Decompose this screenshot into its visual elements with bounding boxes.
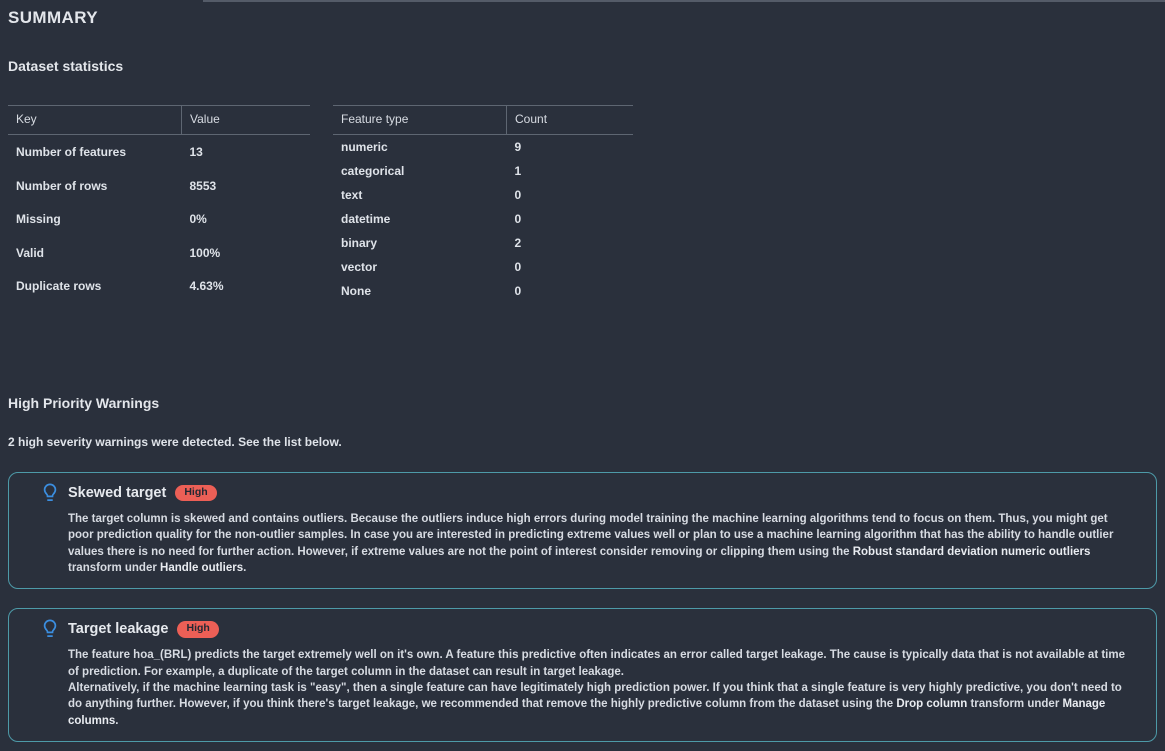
dataset-statistics-tables: Key Value Number of features 13 Number o…: [0, 105, 633, 303]
cell-value: 8553: [182, 169, 311, 203]
table-header-row: Feature type Count: [333, 106, 633, 135]
warnings-summary-text: 2 high severity warnings were detected. …: [8, 435, 342, 449]
warning-card-skewed-target[interactable]: Skewed target High The target column is …: [8, 472, 1157, 589]
cell-count: 0: [507, 255, 634, 279]
cell-count: 1: [507, 159, 634, 183]
cell-value: 0%: [182, 202, 311, 236]
summary-page: SUMMARY Dataset statistics Key Value Num…: [0, 0, 1165, 74]
table-row: vector 0: [333, 255, 633, 279]
cell-feature-type: datetime: [333, 207, 507, 231]
cell-key: Missing: [8, 202, 182, 236]
cell-key: Duplicate rows: [8, 269, 182, 303]
status-badge: High: [177, 621, 218, 638]
cell-feature-type: binary: [333, 231, 507, 255]
warning-card-header: Target leakage High: [25, 619, 1140, 639]
table-row: None 0: [333, 279, 633, 303]
cell-value: 100%: [182, 236, 311, 270]
cell-feature-type: numeric: [333, 135, 507, 160]
table-row: datetime 0: [333, 207, 633, 231]
cell-count: 0: [507, 279, 634, 303]
table-header-row: Key Value: [8, 106, 310, 135]
column-header-feature-type: Feature type: [333, 106, 507, 135]
cell-count: 0: [507, 183, 634, 207]
key-value-table: Key Value Number of features 13 Number o…: [8, 105, 310, 303]
cell-value: 13: [182, 135, 311, 169]
high-priority-warnings-heading: High Priority Warnings: [0, 365, 159, 411]
lightbulb-icon: [41, 483, 59, 503]
status-badge: High: [175, 485, 216, 502]
cell-value: 4.63%: [182, 269, 311, 303]
table-row: Number of features 13: [8, 135, 310, 169]
table-row: Missing 0%: [8, 202, 310, 236]
table-row: Duplicate rows 4.63%: [8, 269, 310, 303]
feature-type-table: Feature type Count numeric 9 categorical…: [333, 105, 633, 303]
warning-card-target-leakage[interactable]: Target leakage High The feature hoa_(BRL…: [8, 608, 1157, 742]
column-header-count: Count: [507, 106, 634, 135]
warning-title: Skewed target: [68, 485, 166, 501]
warning-body: The target column is skewed and contains…: [25, 511, 1140, 576]
cell-feature-type: text: [333, 183, 507, 207]
cell-count: 0: [507, 207, 634, 231]
cell-key: Valid: [8, 236, 182, 270]
dataset-statistics-heading: Dataset statistics: [0, 28, 1165, 74]
table-row: categorical 1: [333, 159, 633, 183]
cell-feature-type: categorical: [333, 159, 507, 183]
cell-key: Number of features: [8, 135, 182, 169]
warning-body: The feature hoa_(BRL) predicts the targe…: [25, 647, 1140, 729]
page-title: SUMMARY: [0, 0, 1165, 28]
cell-key: Number of rows: [8, 169, 182, 203]
table-row: Number of rows 8553: [8, 169, 310, 203]
cell-count: 2: [507, 231, 634, 255]
cell-count: 9: [507, 135, 634, 160]
cell-feature-type: vector: [333, 255, 507, 279]
lightbulb-icon: [41, 619, 59, 639]
cell-feature-type: None: [333, 279, 507, 303]
table-row: numeric 9: [333, 135, 633, 160]
warnings-list: Skewed target High The target column is …: [8, 472, 1157, 742]
column-header-key: Key: [8, 106, 182, 135]
warning-card-header: Skewed target High: [25, 483, 1140, 503]
column-header-value: Value: [182, 106, 311, 135]
warning-title: Target leakage: [68, 621, 168, 637]
table-row: text 0: [333, 183, 633, 207]
table-row: binary 2: [333, 231, 633, 255]
table-row: Valid 100%: [8, 236, 310, 270]
